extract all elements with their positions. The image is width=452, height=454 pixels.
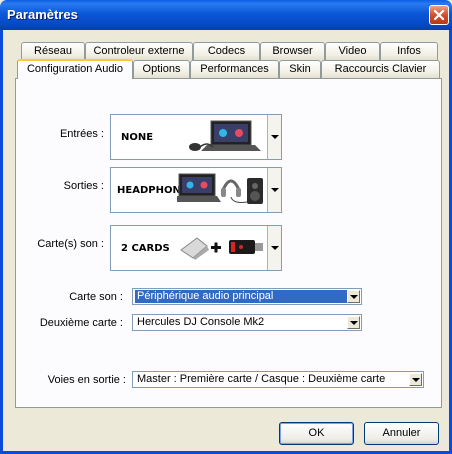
close-icon bbox=[433, 9, 445, 21]
sound-card-dropdown-button[interactable] bbox=[347, 290, 360, 303]
inputs-label: Entrées : bbox=[59, 128, 104, 140]
sound-card-select[interactable]: Périphérique audio principal bbox=[132, 288, 362, 305]
output-channels-value: Master : Première carte / Casque : Deuxi… bbox=[137, 373, 386, 385]
tab-browser[interactable]: Browser bbox=[260, 42, 325, 60]
inputs-select[interactable]: NONE bbox=[110, 114, 282, 160]
laptop-with-headphones-icon bbox=[177, 173, 263, 204]
ok-button[interactable]: OK bbox=[279, 422, 354, 445]
inputs-value: NONE bbox=[121, 132, 154, 143]
outputs-dropdown-button[interactable] bbox=[267, 168, 281, 212]
chevron-down-icon bbox=[271, 188, 279, 192]
tab-video[interactable]: Video bbox=[325, 42, 380, 60]
tab-configuration-audio[interactable]: Configuration Audio bbox=[17, 59, 133, 79]
chevron-down-icon bbox=[350, 321, 358, 325]
outputs-label: Sorties : bbox=[63, 180, 104, 192]
second-card-dropdown-button[interactable] bbox=[347, 316, 360, 329]
output-channels-label: Voies en sortie : bbox=[47, 374, 126, 386]
soundcards-select[interactable]: 2 CARDS bbox=[110, 225, 282, 271]
chevron-down-icon bbox=[412, 378, 420, 382]
soundcards-value: 2 CARDS bbox=[121, 243, 170, 254]
tab-options[interactable]: Options bbox=[133, 60, 190, 78]
sound-card-label: Carte son : bbox=[69, 291, 123, 303]
second-card-select[interactable]: Hercules DJ Console Mk2 bbox=[132, 314, 362, 331]
close-button[interactable] bbox=[429, 5, 449, 25]
inputs-dropdown-button[interactable] bbox=[267, 115, 281, 159]
chevron-down-icon bbox=[350, 295, 358, 299]
chevron-down-icon bbox=[271, 246, 279, 250]
tab-infos[interactable]: Infos bbox=[380, 42, 438, 60]
tab-codecs[interactable]: Codecs bbox=[193, 42, 260, 60]
chevron-down-icon bbox=[271, 135, 279, 139]
two-soundcards-icon bbox=[180, 237, 263, 260]
second-card-value: Hercules DJ Console Mk2 bbox=[137, 316, 265, 328]
tab-raccourcis-clavier[interactable]: Raccourcis Clavier bbox=[321, 60, 440, 78]
window-border-left bbox=[0, 30, 3, 454]
tab-skin[interactable]: Skin bbox=[279, 60, 321, 78]
soundcards-dropdown-button[interactable] bbox=[267, 226, 281, 270]
tab-controleur-externe[interactable]: Controleur externe bbox=[85, 42, 193, 60]
outputs-select[interactable]: HEADPHONES bbox=[110, 167, 282, 213]
cancel-button[interactable]: Annuler bbox=[364, 422, 439, 445]
tab-performances[interactable]: Performances bbox=[190, 60, 279, 78]
laptop-with-mic-icon bbox=[189, 120, 261, 151]
output-channels-select[interactable]: Master : Première carte / Casque : Deuxi… bbox=[132, 371, 424, 388]
soundcards-label: Carte(s) son : bbox=[37, 238, 104, 250]
second-card-label: Deuxième carte : bbox=[39, 317, 123, 329]
sound-card-value: Périphérique audio principal bbox=[135, 290, 347, 303]
title-bar[interactable]: Paramètres bbox=[0, 0, 452, 30]
window-title: Paramètres bbox=[7, 7, 78, 22]
tab-reseau[interactable]: Réseau bbox=[21, 42, 85, 60]
output-channels-dropdown-button[interactable] bbox=[409, 373, 422, 386]
